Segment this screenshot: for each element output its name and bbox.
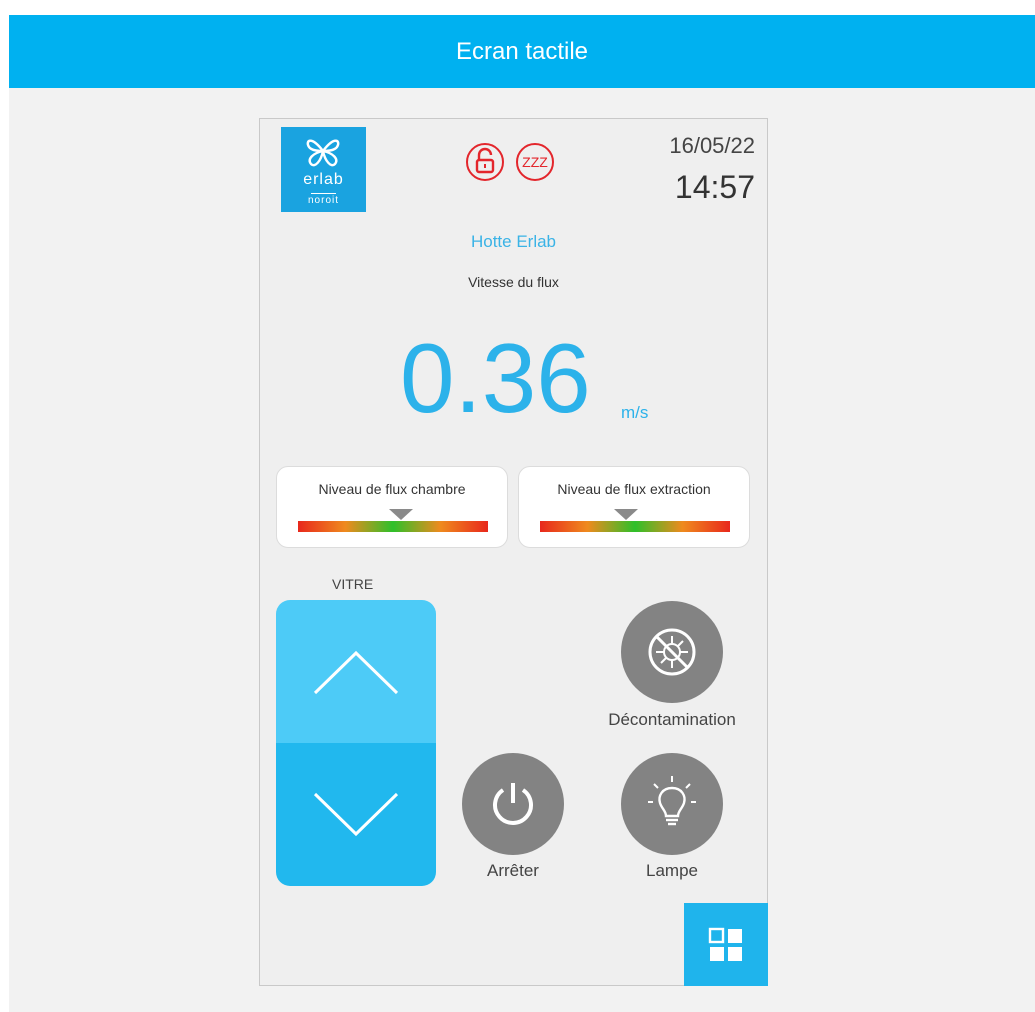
- lightbulb-icon: [648, 776, 696, 826]
- decontamination-button[interactable]: [621, 601, 723, 703]
- chevron-down-icon: [313, 792, 399, 836]
- touchscreen-panel: erlab noroit ZZZ 16/05/22 14:57 Hotte Er…: [259, 118, 768, 986]
- app-header: Ecran tactile: [9, 15, 1035, 88]
- stop-button[interactable]: [462, 753, 564, 855]
- gauge-label: Niveau de flux chambre: [318, 481, 466, 497]
- vitre-down-button[interactable]: [276, 743, 436, 886]
- gauge-bar: [540, 521, 730, 532]
- erlab-logo: erlab noroit: [281, 127, 366, 212]
- header-title: Ecran tactile: [455, 37, 589, 65]
- stop-label: Arrêter: [487, 861, 539, 880]
- power-icon: [493, 783, 533, 825]
- gauge-pointer-icon: [613, 509, 638, 520]
- grid-menu-icon: [708, 927, 742, 961]
- chevron-up-icon: [313, 650, 399, 694]
- gauge-flux-chambre: Niveau de flux chambre: [276, 466, 508, 548]
- unlocked-padlock-icon[interactable]: [465, 142, 505, 182]
- time-display: 14:57: [674, 169, 755, 205]
- menu-button[interactable]: [684, 903, 768, 986]
- lamp-button[interactable]: [621, 753, 723, 855]
- sleep-zzz-icon[interactable]: ZZZ: [515, 142, 555, 182]
- svg-text:ZZZ: ZZZ: [522, 154, 548, 170]
- gauge-label: Niveau de flux extraction: [557, 481, 711, 497]
- decontamination-label: Décontamination: [608, 710, 736, 729]
- flow-value: 0.36: [400, 323, 591, 433]
- flow-unit: m/s: [621, 403, 649, 422]
- butterfly-icon: [306, 139, 340, 167]
- vitre-up-button[interactable]: [276, 600, 436, 743]
- logo-divider: [311, 193, 336, 194]
- vitre-control: [276, 600, 436, 886]
- no-virus-icon: [648, 628, 696, 676]
- date-display: 16/05/22: [669, 133, 755, 158]
- flow-label: Vitesse du flux: [468, 274, 559, 290]
- gauge-pointer-icon: [388, 509, 413, 520]
- gauge-flux-extraction: Niveau de flux extraction: [518, 466, 750, 548]
- gauge-bar: [298, 521, 488, 532]
- device-name: Hotte Erlab: [470, 232, 557, 251]
- lamp-label: Lampe: [646, 861, 698, 880]
- logo-brand: erlab: [303, 171, 344, 188]
- logo-subbrand: noroit: [307, 195, 339, 206]
- vitre-label: VITRE: [332, 576, 374, 592]
